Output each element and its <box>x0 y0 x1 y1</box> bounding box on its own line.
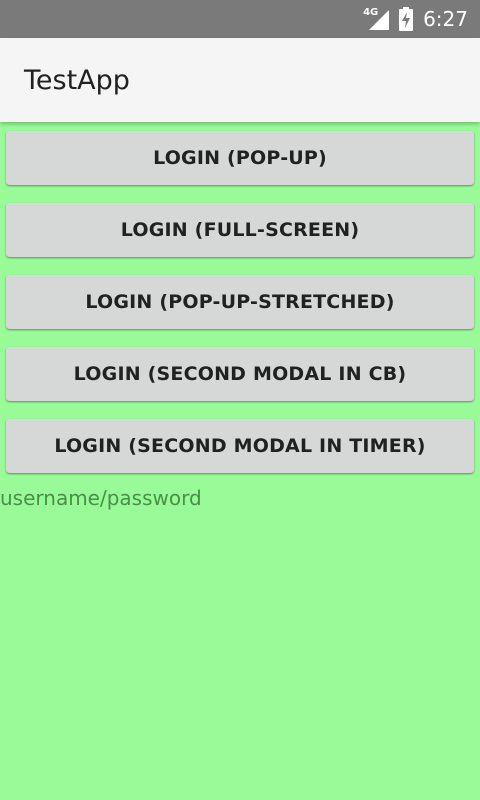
app-bar: TestApp <box>0 38 480 122</box>
main-content: LOGIN (POP-UP) LOGIN (FULL-SCREEN) LOGIN… <box>0 122 480 800</box>
status-bar: 4G 6:27 <box>0 0 480 38</box>
login-popup-stretched-button[interactable]: LOGIN (POP-UP-STRETCHED) <box>6 275 474 329</box>
signal-indicator: 4G <box>363 7 390 30</box>
credentials-hint: username/password <box>0 486 202 510</box>
login-second-modal-timer-button[interactable]: LOGIN (SECOND MODAL IN TIMER) <box>6 419 474 473</box>
app-title: TestApp <box>24 64 130 96</box>
signal-icon <box>369 10 390 30</box>
login-popup-button[interactable]: LOGIN (POP-UP) <box>6 131 474 185</box>
status-clock: 6:27 <box>423 7 468 31</box>
login-second-modal-cb-button[interactable]: LOGIN (SECOND MODAL IN CB) <box>6 347 474 401</box>
login-fullscreen-button[interactable]: LOGIN (FULL-SCREEN) <box>6 203 474 257</box>
battery-charging-icon <box>399 7 414 31</box>
